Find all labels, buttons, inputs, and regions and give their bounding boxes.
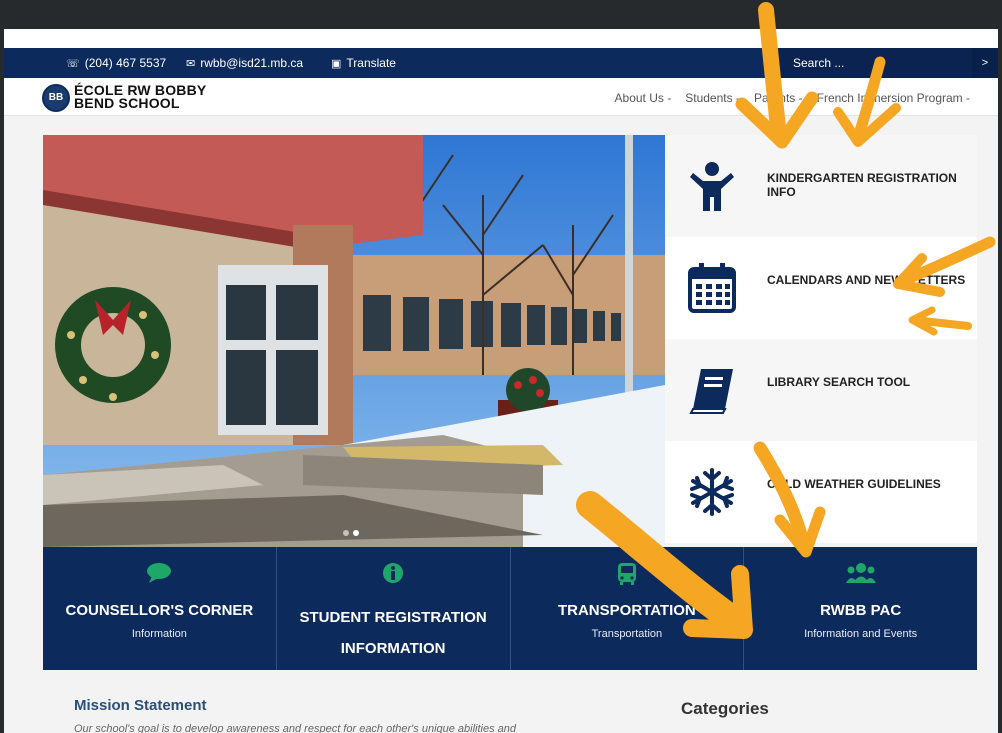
quick-link-label: LIBRARY SEARCH TOOL [767, 375, 911, 389]
quick-link-label: CALENDARS AND NEWSLETTERS [767, 273, 966, 287]
phone-link[interactable]: ☏ (204) 467 5537 [66, 56, 166, 70]
comment-icon [43, 562, 276, 586]
nav-item-french-immersion[interactable]: French Immersion Program - [817, 91, 970, 105]
feature-tiles: COUNSELLOR'S CORNER Information STUDENT … [43, 547, 977, 670]
translate-button[interactable]: ▣ Translate [331, 56, 396, 70]
users-icon [744, 562, 977, 586]
child-icon [690, 162, 734, 211]
search-submit-button[interactable]: > [972, 48, 998, 78]
calendar-icon [688, 263, 736, 313]
book-icon [689, 369, 733, 414]
nav-item-students[interactable]: Students - [685, 91, 740, 105]
quick-link-label: KINDERGARTEN REGISTRATION INFO [767, 171, 957, 199]
tile-rwbb-pac[interactable]: RWBB PAC Information and Events [744, 547, 977, 670]
mission-heading: Mission Statement [74, 697, 207, 714]
tile-student-registration[interactable]: STUDENT REGISTRATION INFORMATION [277, 547, 511, 670]
main-navbar: BB ÉCOLE RW BOBBY BEND SCHOOL About Us -… [4, 78, 998, 116]
search-input[interactable]: Search ... [793, 56, 844, 70]
hero-slideshow[interactable] [43, 135, 665, 547]
mission-text: Our school's goal is to develop awarenes… [74, 723, 517, 733]
phone-icon: ☏ [66, 57, 80, 70]
browser-page: ☏ (204) 467 5537 ✉ rwbb@isd21.mb.ca ▣ Tr… [4, 29, 998, 733]
quick-link-library[interactable]: LIBRARY SEARCH TOOL [665, 339, 977, 441]
tile-counsellors-corner[interactable]: COUNSELLOR'S CORNER Information [43, 547, 277, 670]
nav-item-parents[interactable]: Parents - [754, 91, 803, 105]
nav-menu: About Us - Students - Parents - French I… [615, 91, 970, 105]
school-name[interactable]: ÉCOLE RW BOBBY BEND SCHOOL [74, 83, 206, 110]
quick-link-calendars[interactable]: CALENDARS AND NEWSLETTERS [665, 237, 977, 339]
quick-link-kindergarten[interactable]: KINDERGARTEN REGISTRATION INFO [665, 135, 977, 237]
quick-link-cold-weather[interactable]: COLD WEATHER GUIDELINES [665, 441, 977, 543]
snowflake-icon [690, 468, 734, 516]
tile-transportation[interactable]: TRANSPORTATION Transportation [511, 547, 745, 670]
translate-icon: ▣ [331, 57, 342, 70]
search-box: Search ... > [776, 48, 998, 78]
school-logo[interactable]: BB [42, 84, 70, 112]
quick-links-panel: KINDERGARTEN REGISTRATION INFO CALENDARS… [665, 135, 977, 547]
categories-heading: Categories [681, 699, 769, 718]
info-icon [277, 562, 510, 586]
envelope-icon: ✉ [186, 57, 196, 70]
email-link[interactable]: ✉ rwbb@isd21.mb.ca [186, 56, 303, 70]
school-building-photo [43, 135, 665, 547]
top-info-bar: ☏ (204) 467 5537 ✉ rwbb@isd21.mb.ca ▣ Tr… [4, 48, 998, 78]
quick-link-label: COLD WEATHER GUIDELINES [767, 477, 941, 491]
nav-item-about[interactable]: About Us - [615, 91, 672, 105]
bus-icon [511, 562, 744, 586]
